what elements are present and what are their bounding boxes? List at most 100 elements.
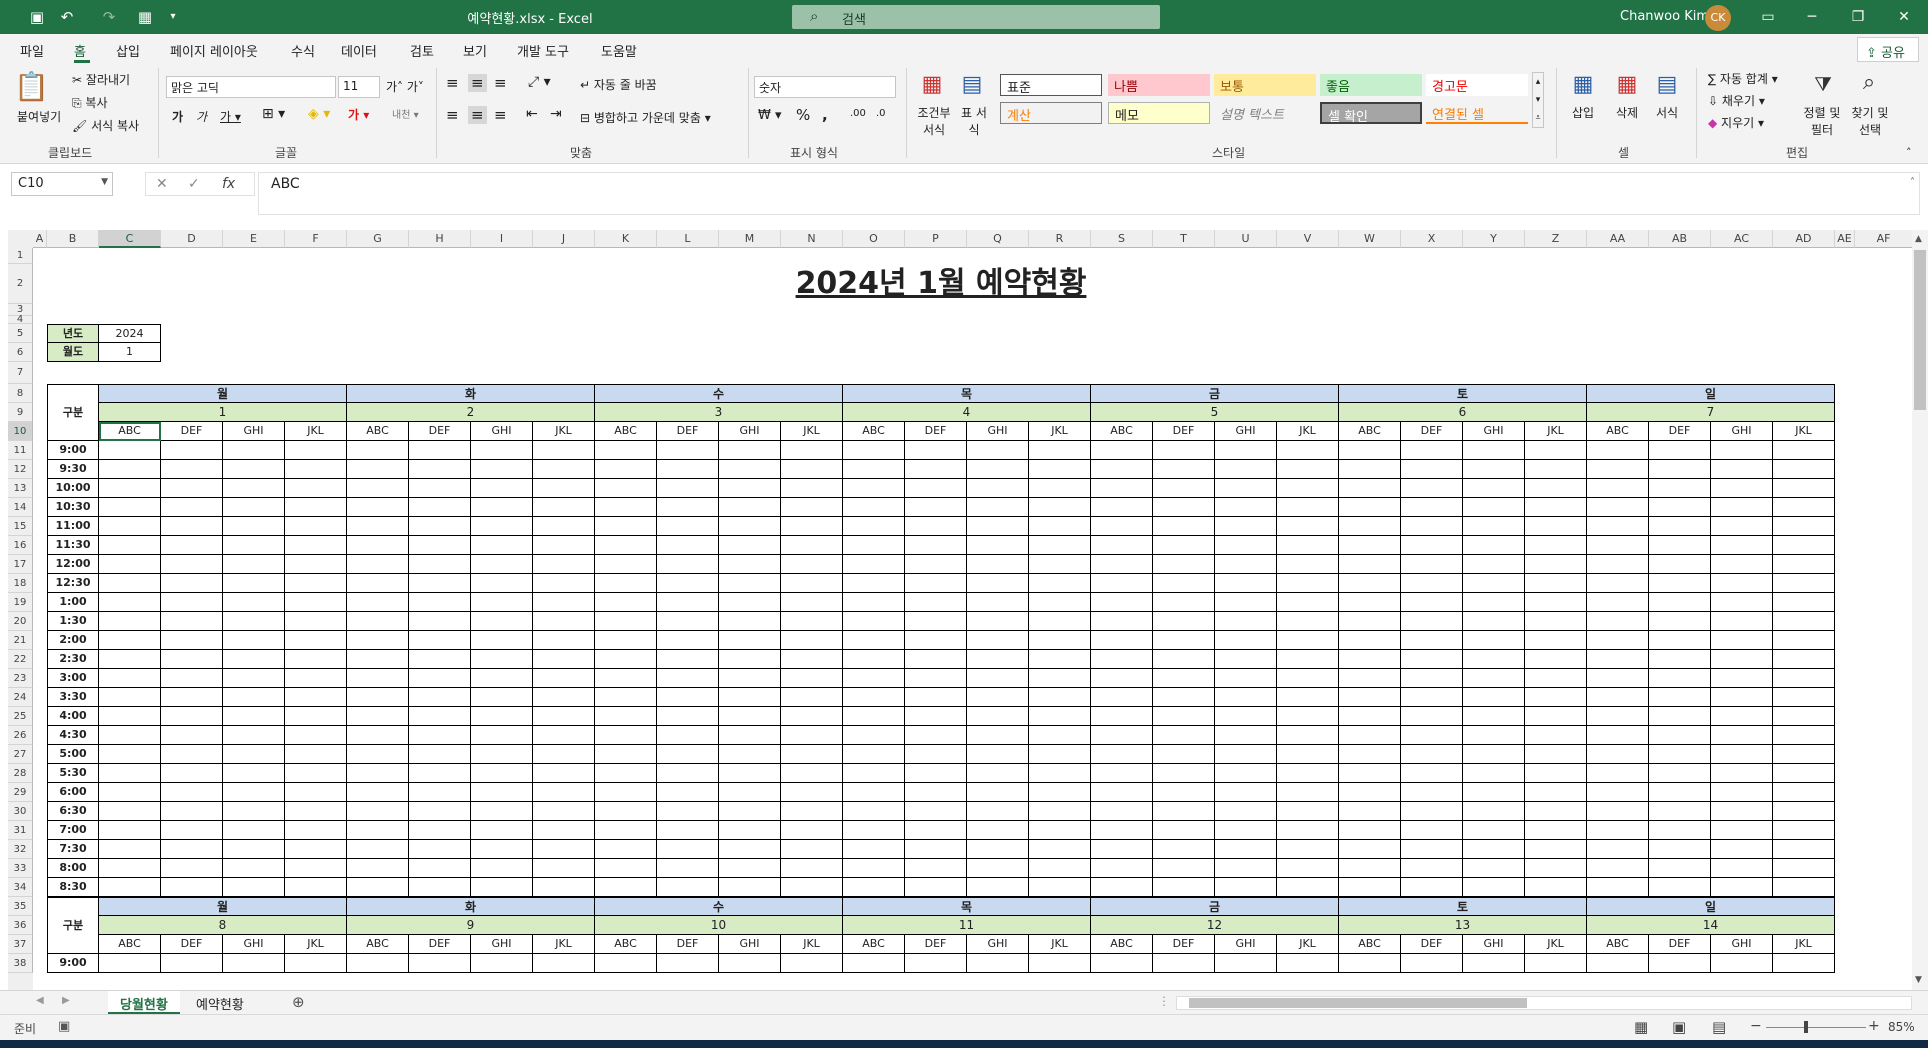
booking-cell[interactable] [1587, 669, 1649, 688]
booking-cell[interactable] [471, 726, 533, 745]
column-header[interactable]: X [1401, 230, 1463, 248]
booking-cell[interactable] [1711, 631, 1773, 650]
booking-cell[interactable] [285, 669, 347, 688]
style-explanatory[interactable]: 설명 텍스트 [1214, 102, 1316, 124]
booking-cell[interactable] [223, 859, 285, 878]
search-box[interactable]: ⌕ 검색 [792, 5, 1160, 29]
booking-cell[interactable] [1587, 764, 1649, 783]
booking-cell[interactable] [1153, 954, 1215, 973]
booking-cell[interactable] [1525, 688, 1587, 707]
resource-header[interactable]: DEF [161, 935, 223, 954]
column-header[interactable]: H [409, 230, 471, 248]
booking-cell[interactable] [1401, 536, 1463, 555]
booking-cell[interactable] [471, 859, 533, 878]
booking-cell[interactable] [285, 517, 347, 536]
user-name[interactable]: Chanwoo Kim [1620, 9, 1709, 24]
booking-cell[interactable] [905, 631, 967, 650]
booking-cell[interactable] [409, 745, 471, 764]
booking-cell[interactable] [1587, 783, 1649, 802]
style-note[interactable]: 메모 [1108, 102, 1210, 124]
date-header[interactable]: 1 [99, 403, 347, 422]
booking-cell[interactable] [1215, 745, 1277, 764]
row-header[interactable]: 19 [8, 593, 33, 612]
booking-cell[interactable] [1773, 669, 1835, 688]
booking-cell[interactable] [1215, 479, 1277, 498]
booking-cell[interactable] [285, 783, 347, 802]
booking-cell[interactable] [1277, 517, 1339, 536]
booking-cell[interactable] [719, 859, 781, 878]
booking-cell[interactable] [967, 821, 1029, 840]
booking-cell[interactable] [595, 745, 657, 764]
booking-cell[interactable] [1215, 783, 1277, 802]
booking-cell[interactable] [1339, 821, 1401, 840]
booking-cell[interactable] [1463, 631, 1525, 650]
booking-cell[interactable] [471, 783, 533, 802]
booking-cell[interactable] [719, 650, 781, 669]
booking-cell[interactable] [1711, 707, 1773, 726]
booking-cell[interactable] [533, 707, 595, 726]
booking-cell[interactable] [1525, 498, 1587, 517]
name-box[interactable]: C10 ▼ [11, 172, 113, 196]
booking-cell[interactable] [1649, 650, 1711, 669]
booking-cell[interactable] [409, 669, 471, 688]
booking-cell[interactable] [1153, 555, 1215, 574]
booking-cell[interactable] [1711, 783, 1773, 802]
booking-cell[interactable] [781, 688, 843, 707]
day-header[interactable]: 화 [347, 384, 595, 403]
style-check-cell[interactable]: 셀 확인 [1320, 102, 1422, 125]
booking-cell[interactable] [905, 574, 967, 593]
row-header[interactable]: 9 [8, 403, 33, 422]
resource-header[interactable]: JKL [285, 422, 347, 441]
booking-cell[interactable] [409, 631, 471, 650]
time-slot[interactable]: 2:00 [47, 631, 99, 650]
booking-cell[interactable] [657, 878, 719, 897]
booking-cell[interactable] [781, 859, 843, 878]
booking-cell[interactable] [1401, 764, 1463, 783]
column-header[interactable]: R [1029, 230, 1091, 248]
conditional-format-icon[interactable]: ▦ [918, 72, 946, 97]
booking-cell[interactable] [719, 631, 781, 650]
booking-cell[interactable] [1463, 479, 1525, 498]
clear-button[interactable]: ◆ 지우기 ▾ [1708, 114, 1764, 131]
resource-header[interactable]: ABC [595, 935, 657, 954]
booking-cell[interactable] [1401, 555, 1463, 574]
resource-header[interactable]: DEF [905, 422, 967, 441]
booking-cell[interactable] [657, 764, 719, 783]
booking-cell[interactable] [1587, 498, 1649, 517]
booking-cell[interactable] [223, 707, 285, 726]
booking-cell[interactable] [1711, 726, 1773, 745]
bold-icon[interactable]: 가 [172, 108, 183, 125]
booking-cell[interactable] [1401, 441, 1463, 460]
booking-cell[interactable] [843, 878, 905, 897]
booking-cell[interactable] [285, 593, 347, 612]
booking-cell[interactable] [1153, 783, 1215, 802]
booking-cell[interactable] [161, 498, 223, 517]
row-header[interactable]: 10 [8, 422, 33, 441]
booking-cell[interactable] [409, 764, 471, 783]
booking-cell[interactable] [1029, 821, 1091, 840]
booking-cell[interactable] [967, 555, 1029, 574]
day-header[interactable]: 수 [595, 384, 843, 403]
booking-cell[interactable] [905, 783, 967, 802]
column-header[interactable]: S [1091, 230, 1153, 248]
booking-cell[interactable] [1649, 688, 1711, 707]
booking-cell[interactable] [1339, 745, 1401, 764]
decrease-decimal-icon[interactable]: .0 [876, 108, 886, 119]
resource-header[interactable]: ABC [1339, 422, 1401, 441]
date-header[interactable]: 14 [1587, 916, 1835, 935]
booking-cell[interactable] [347, 764, 409, 783]
time-slot[interactable]: 10:00 [47, 479, 99, 498]
column-header[interactable]: O [843, 230, 905, 248]
booking-cell[interactable] [347, 802, 409, 821]
row-header[interactable]: 30 [8, 802, 33, 821]
tab-8[interactable]: 개발 도구 [517, 41, 569, 60]
resource-header[interactable]: ABC [843, 935, 905, 954]
booking-cell[interactable] [1215, 593, 1277, 612]
booking-cell[interactable] [967, 441, 1029, 460]
day-header[interactable]: 월 [99, 897, 347, 916]
booking-cell[interactable] [409, 536, 471, 555]
booking-cell[interactable] [595, 536, 657, 555]
booking-cell[interactable] [1649, 878, 1711, 897]
day-header[interactable]: 금 [1091, 897, 1339, 916]
booking-cell[interactable] [1029, 840, 1091, 859]
